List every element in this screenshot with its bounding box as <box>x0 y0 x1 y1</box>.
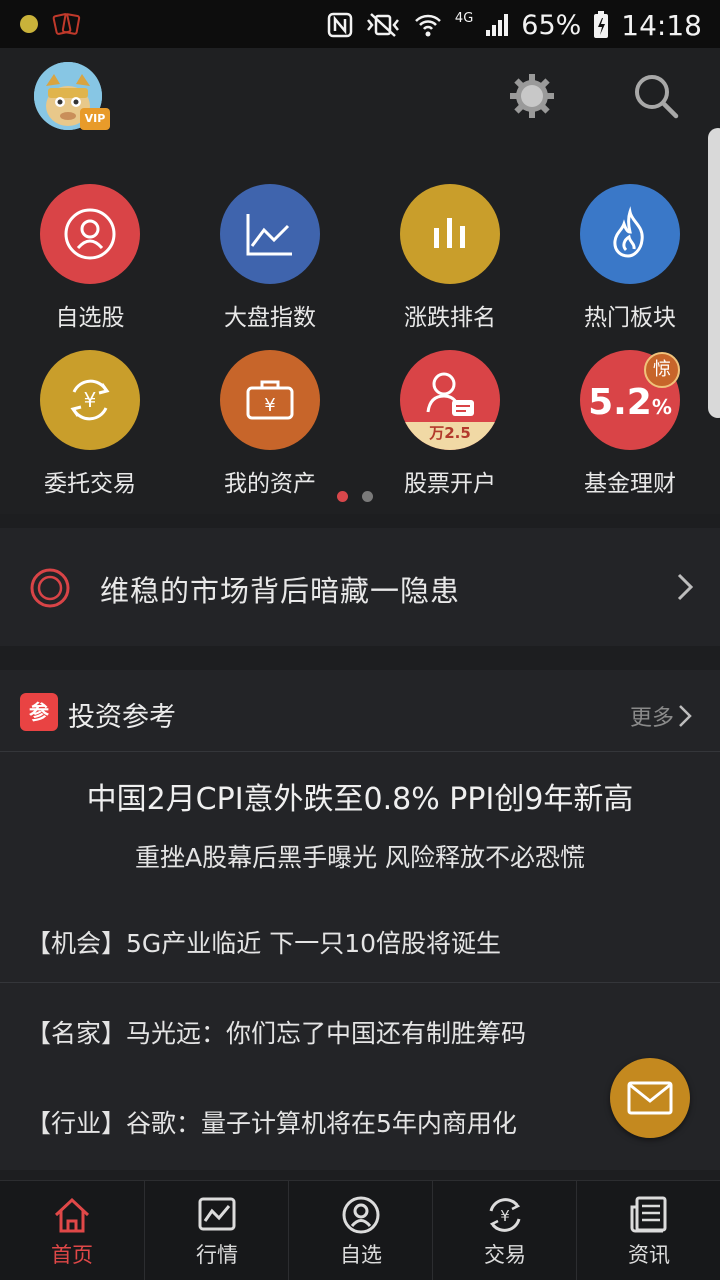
mail-button[interactable] <box>610 1058 690 1138</box>
market-chart-icon <box>198 1197 236 1231</box>
nav-item-news[interactable]: 资讯 <box>576 1181 720 1280</box>
bar-chart-icon <box>434 218 465 248</box>
divider <box>0 982 720 983</box>
nav-label: 行情 <box>196 1243 238 1267</box>
yuan-exchange-icon: ¥ <box>70 379 110 421</box>
chevron-right-icon <box>679 705 692 727</box>
svg-text:¥: ¥ <box>500 1207 510 1225</box>
nav-item-market[interactable]: 行情 <box>144 1181 288 1280</box>
grid-item-index[interactable]: 大盘指数 <box>180 148 360 331</box>
app-header: VIP <box>0 48 720 148</box>
news-banner[interactable]: 维稳的市场背后暗藏一隐患 <box>0 528 720 646</box>
grid-item-ranking[interactable]: 涨跌排名 <box>360 148 540 331</box>
grid-item-open-account[interactable]: 万2.5 股票开户 <box>360 314 540 497</box>
banner-text: 维稳的市场背后暗藏一隐患 <box>100 574 461 608</box>
mail-icon <box>627 1081 673 1115</box>
nav-item-home[interactable]: 首页 <box>0 1181 144 1280</box>
status-bar: 4G 65% 14:18 <box>0 0 720 48</box>
notification-dot-icon <box>20 15 38 33</box>
vip-badge: VIP <box>80 108 110 130</box>
grid-item-hot-sectors[interactable]: 热门板块 <box>540 148 720 331</box>
hot-sectors-icon-circle <box>580 184 680 284</box>
network-type: 4G <box>454 10 474 26</box>
news-item[interactable]: 【机会】5G产业临近 下一只10倍股将诞生 <box>26 924 586 960</box>
svg-text:¥: ¥ <box>264 395 275 416</box>
yuan-exchange-icon: ¥ <box>489 1198 521 1232</box>
nav-label: 首页 <box>51 1243 93 1267</box>
svg-text:¥: ¥ <box>84 388 97 412</box>
surprise-badge: 惊 <box>644 352 680 388</box>
wifi-icon <box>415 14 441 37</box>
grid-item-trade[interactable]: ¥ 委托交易 <box>0 314 180 497</box>
news-icon <box>630 1196 667 1233</box>
page-indicator <box>337 491 373 502</box>
poker-cards-icon <box>52 13 81 35</box>
nav-label: 资讯 <box>628 1243 670 1267</box>
settings-gear-icon[interactable] <box>508 72 556 120</box>
line-chart-icon <box>246 214 292 256</box>
wallet-yuan-icon: ¥ <box>246 380 294 420</box>
watchlist-icon-circle <box>40 184 140 284</box>
battery-percent: 65% <box>521 9 582 41</box>
battery-charging-icon <box>594 11 609 38</box>
nav-item-trade[interactable]: ¥ 交易 <box>432 1181 576 1280</box>
sub-headline[interactable]: 重挫A股幕后黑手曝光 风险释放不必恐慌 <box>0 838 720 874</box>
fund-rate-value: 5.2 <box>588 381 652 423</box>
grid-item-watchlist[interactable]: 自选股 <box>0 148 180 331</box>
compass-icon <box>30 568 70 608</box>
more-link[interactable]: 更多 <box>630 700 692 732</box>
page-dot <box>362 491 373 502</box>
ranking-icon-circle <box>400 184 500 284</box>
section-title: 投资参考 <box>68 702 176 733</box>
grid-label: 股票开户 <box>404 471 496 497</box>
grid-item-fund[interactable]: 5.2% 惊 基金理财 <box>540 314 720 497</box>
grid-label: 我的资产 <box>224 471 316 497</box>
page-dot-active <box>337 491 348 502</box>
section-header: 参 投资参考 更多 <box>0 670 720 752</box>
feature-grid: 自选股 大盘指数 涨跌排名 热门板块 ¥ 委托交易 ¥ 我的资产 万2.5 股票… <box>0 148 720 514</box>
assets-icon-circle: ¥ <box>220 350 320 450</box>
index-icon-circle <box>220 184 320 284</box>
signal-icon <box>486 14 509 36</box>
flame-icon <box>613 206 644 258</box>
chevron-right-icon <box>677 573 694 601</box>
vibrate-mute-icon <box>366 13 399 37</box>
search-icon[interactable] <box>632 72 680 120</box>
bottom-navigation: 首页 行情 自选 ¥ 交易 资讯 <box>0 1180 720 1280</box>
reference-badge: 参 <box>20 693 58 731</box>
account-fee-text: 万2.5 <box>429 424 471 442</box>
person-icon <box>64 208 116 260</box>
grid-label: 基金理财 <box>584 471 676 497</box>
person-icon <box>342 1196 380 1234</box>
clock: 14:18 <box>621 8 702 42</box>
fund-rate-unit: % <box>651 394 672 419</box>
more-label: 更多 <box>629 706 674 731</box>
grid-label: 委托交易 <box>44 471 136 497</box>
home-icon <box>54 1197 90 1233</box>
avatar[interactable]: VIP <box>34 62 110 130</box>
nfc-icon <box>327 12 353 38</box>
open-account-icon-circle: 万2.5 <box>400 350 500 450</box>
trade-icon-circle: ¥ <box>40 350 140 450</box>
nav-item-watchlist[interactable]: 自选 <box>288 1181 432 1280</box>
nav-label: 自选 <box>340 1243 382 1267</box>
headline[interactable]: 中国2月CPI意外跌至0.8% PPI创9年新高 <box>0 774 720 818</box>
news-item[interactable]: 【名家】马光远：你们忘了中国还有制胜筹码 <box>26 1014 586 1050</box>
grid-item-assets[interactable]: ¥ 我的资产 <box>180 314 360 497</box>
nav-label: 交易 <box>484 1243 526 1267</box>
edge-panel-handle[interactable] <box>708 128 720 418</box>
news-item[interactable]: 【行业】谷歌：量子计算机将在5年内商用化 <box>26 1104 586 1140</box>
